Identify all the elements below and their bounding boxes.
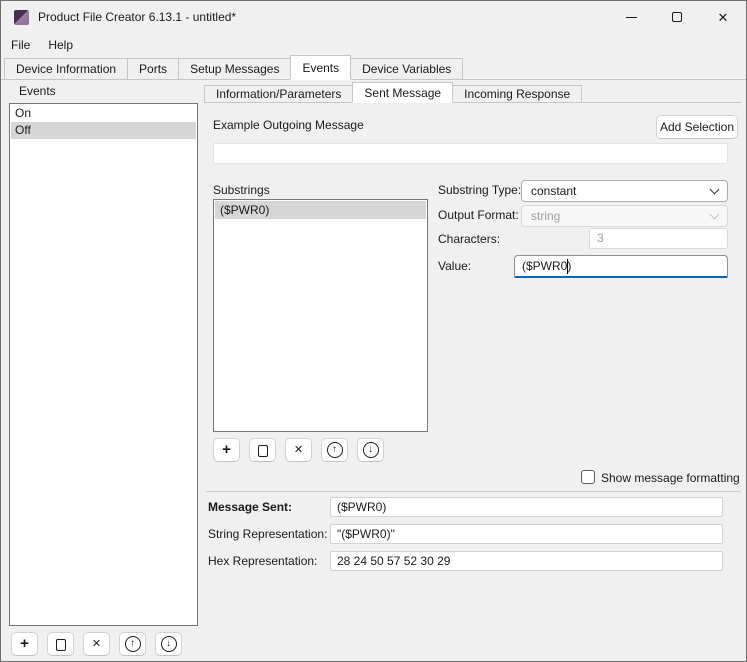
events-duplicate-button[interactable] bbox=[47, 632, 74, 656]
substrings-add-button[interactable]: + bbox=[213, 438, 240, 462]
app-window: Product File Creator 6.13.1 - untitled* … bbox=[0, 0, 747, 662]
tab-ports[interactable]: Ports bbox=[127, 58, 180, 80]
events-list-toolbar: + ✕ ↑ ↓ bbox=[11, 632, 182, 656]
minimize-button[interactable] bbox=[608, 1, 654, 33]
tab-information-parameters[interactable]: Information/Parameters bbox=[204, 85, 354, 103]
example-outgoing-message-label: Example Outgoing Message bbox=[213, 118, 364, 132]
copy-icon bbox=[257, 441, 271, 457]
arrow-down-icon: ↓ bbox=[160, 636, 177, 652]
text-caret bbox=[567, 259, 568, 274]
substrings-move-up-button[interactable]: ↑ bbox=[321, 438, 348, 462]
output-format-value: string bbox=[531, 209, 561, 223]
events-panel-label: Events bbox=[19, 84, 56, 98]
x-icon: ✕ bbox=[91, 637, 102, 650]
tab-device-variables[interactable]: Device Variables bbox=[350, 58, 464, 80]
maximize-icon bbox=[672, 12, 682, 22]
tab-device-information[interactable]: Device Information bbox=[4, 58, 129, 80]
minimize-icon bbox=[625, 16, 637, 18]
events-delete-button[interactable]: ✕ bbox=[83, 632, 110, 656]
x-icon: ✕ bbox=[293, 443, 304, 456]
substrings-toolbar: + ✕ ↑ ↓ bbox=[213, 438, 384, 462]
app-icon bbox=[14, 9, 29, 25]
close-icon: ✕ bbox=[717, 9, 729, 25]
events-add-button[interactable]: + bbox=[11, 632, 38, 656]
chevron-down-icon bbox=[709, 184, 720, 194]
detail-tabstrip: Information/Parameters Sent Message Inco… bbox=[204, 82, 741, 103]
plus-icon: + bbox=[20, 635, 29, 652]
value-label: Value: bbox=[438, 259, 472, 273]
tab-sent-message[interactable]: Sent Message bbox=[352, 82, 454, 103]
menu-item-file[interactable]: File bbox=[2, 35, 39, 55]
plus-icon: + bbox=[222, 441, 231, 458]
characters-field: 3 bbox=[589, 228, 728, 249]
menubar: File Help bbox=[1, 33, 746, 56]
value-field[interactable]: ($PWR0) bbox=[514, 255, 728, 278]
hex-representation-label: Hex Representation: bbox=[208, 554, 318, 568]
chevron-down-icon bbox=[709, 209, 720, 219]
tab-setup-messages[interactable]: Setup Messages bbox=[178, 58, 292, 80]
arrow-up-icon: ↑ bbox=[326, 442, 343, 458]
substrings-label: Substrings bbox=[213, 183, 270, 197]
list-item-on[interactable]: On bbox=[11, 105, 196, 122]
events-move-down-button[interactable]: ↓ bbox=[155, 632, 182, 656]
tab-incoming-response[interactable]: Incoming Response bbox=[452, 85, 583, 103]
substrings-move-down-button[interactable]: ↓ bbox=[357, 438, 384, 462]
add-selection-button[interactable]: Add Selection bbox=[656, 115, 738, 139]
list-item-substring-pwr0[interactable]: ($PWR0) bbox=[215, 201, 426, 219]
show-message-formatting-label: Show message formatting bbox=[601, 471, 740, 485]
hex-representation-field[interactable]: 28 24 50 57 52 30 29 bbox=[330, 551, 723, 571]
substring-type-value: constant bbox=[531, 184, 577, 198]
close-button[interactable]: ✕ bbox=[700, 1, 746, 33]
section-separator bbox=[206, 491, 741, 492]
maximize-button[interactable] bbox=[654, 1, 700, 33]
main-tabstrip: Device Information Ports Setup Messages … bbox=[1, 55, 746, 80]
show-message-formatting-checkbox[interactable] bbox=[581, 470, 595, 484]
events-listbox[interactable]: On Off bbox=[9, 103, 198, 626]
characters-label: Characters: bbox=[438, 232, 501, 246]
arrow-up-icon: ↑ bbox=[124, 636, 141, 652]
titlebar: Product File Creator 6.13.1 - untitled* … bbox=[1, 1, 746, 33]
string-representation-field[interactable]: "($PWR0)" bbox=[330, 524, 723, 544]
copy-icon bbox=[55, 635, 69, 651]
example-outgoing-message-field[interactable] bbox=[213, 143, 728, 164]
substring-type-select[interactable]: constant bbox=[521, 180, 728, 202]
substrings-delete-button[interactable]: ✕ bbox=[285, 438, 312, 462]
substring-type-label: Substring Type: bbox=[438, 183, 522, 197]
substrings-listbox[interactable]: ($PWR0) bbox=[213, 199, 428, 432]
arrow-down-icon: ↓ bbox=[362, 442, 379, 458]
string-representation-label: String Representation: bbox=[208, 527, 328, 541]
window-title: Product File Creator 6.13.1 - untitled* bbox=[38, 10, 237, 24]
events-move-up-button[interactable]: ↑ bbox=[119, 632, 146, 656]
output-format-label: Output Format: bbox=[438, 208, 519, 222]
output-format-select: string bbox=[521, 205, 728, 227]
list-item-off[interactable]: Off bbox=[11, 122, 196, 139]
value-field-text: ($PWR0) bbox=[522, 259, 572, 273]
tab-events[interactable]: Events bbox=[290, 55, 352, 80]
substrings-duplicate-button[interactable] bbox=[249, 438, 276, 462]
window-controls: ✕ bbox=[608, 1, 746, 33]
message-sent-label: Message Sent: bbox=[208, 500, 293, 514]
menu-item-help[interactable]: Help bbox=[39, 35, 82, 55]
message-sent-field[interactable]: ($PWR0) bbox=[330, 497, 723, 517]
